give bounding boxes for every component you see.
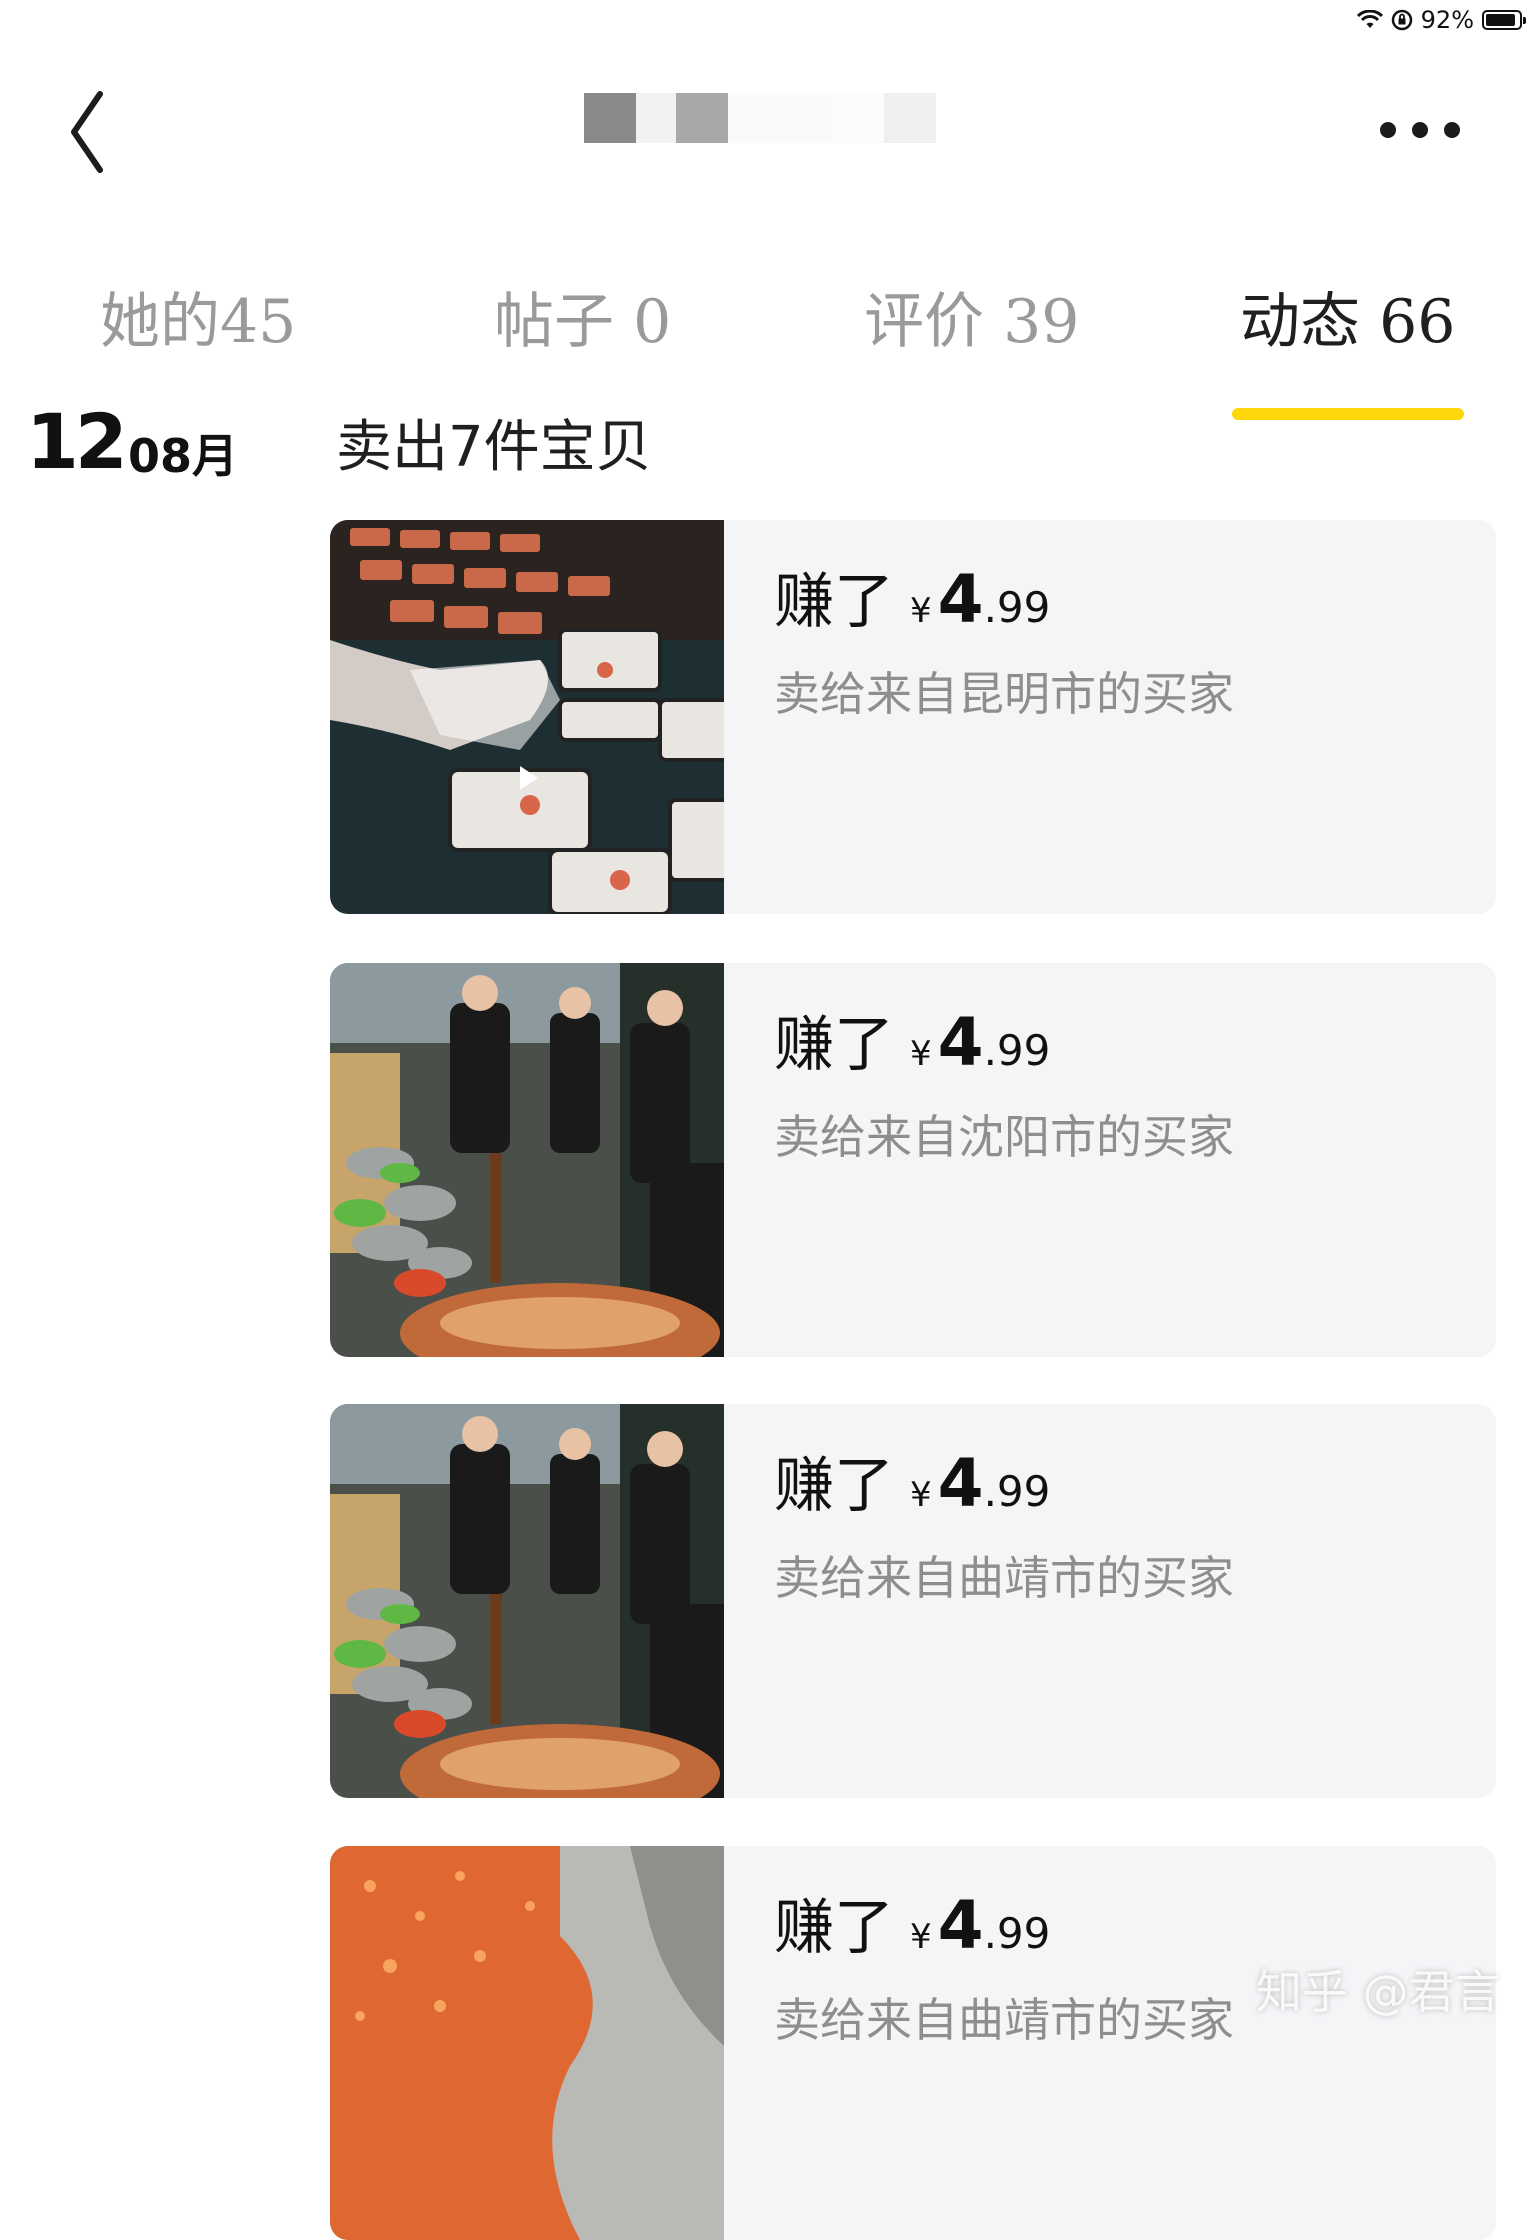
battery-icon [1482,10,1526,30]
sale-card[interactable]: 赚了 ¥4.99 卖给来自曲靖市的买家 [330,1846,1496,2240]
currency-symbol: ¥ [910,1917,932,1957]
date-month: 08月 [128,429,239,483]
active-tab-indicator [1232,408,1464,420]
more-dots-icon [1380,122,1396,138]
tab-activity[interactable]: 动态 66 [1240,278,1455,366]
amount-integer: 4 [937,561,984,638]
watermark: 知乎 @君言 [1256,1965,1501,2019]
earned-label: 赚了 [774,567,894,637]
product-thumbnail [330,963,724,1357]
buyer-location: 卖给来自昆明市的买家 [774,667,1234,721]
tab-bar: 她的45 帖子 0 评价 39 动态 66 [0,278,1536,428]
product-thumbnail [330,1846,724,2240]
battery-fill [1486,14,1516,26]
more-dots-icon [1412,122,1428,138]
tab-reviews[interactable]: 评价 39 [864,278,1079,366]
status-bar: 92% [0,0,1536,40]
battery-percentage: 92% [1420,6,1474,34]
sale-card[interactable]: 赚了 ¥4.99 卖给来自沈阳市的买家 [330,963,1496,1357]
amount-decimal: .99 [983,583,1051,632]
buyer-location: 卖给来自曲靖市的买家 [774,1993,1234,2047]
sale-card[interactable]: 赚了 ¥4.99 卖给来自昆明市的买家 [330,520,1496,914]
product-thumbnail [330,1404,724,1798]
buyer-location: 卖给来自曲靖市的买家 [774,1551,1234,1605]
amount-integer: 4 [937,1004,984,1081]
section-title: 卖出7件宝贝 [336,415,652,480]
buyer-location: 卖给来自沈阳市的买家 [774,1110,1234,1164]
sale-card[interactable]: 赚了 ¥4.99 卖给来自曲靖市的买家 [330,1404,1496,1798]
amount-decimal: .99 [983,1909,1051,1958]
back-button[interactable] [68,82,138,182]
amount-decimal: .99 [983,1467,1051,1516]
page-title-redacted [584,93,944,143]
currency-symbol: ¥ [910,591,932,631]
currency-symbol: ¥ [910,1475,932,1515]
amount-decimal: .99 [983,1026,1051,1075]
earnings: 赚了 ¥4.99 [774,550,1050,667]
rotation-lock-icon [1391,9,1412,31]
earnings: 赚了 ¥4.99 [774,1876,1050,1993]
earnings: 赚了 ¥4.99 [774,993,1050,1110]
earnings: 赚了 ¥4.99 [774,1434,1050,1551]
earned-label: 赚了 [774,1451,894,1521]
amount-integer: 4 [937,1445,984,1522]
amount-integer: 4 [937,1887,984,1964]
more-dots-icon [1444,122,1460,138]
tab-her-items[interactable]: 她的45 [100,278,296,366]
currency-symbol: ¥ [910,1034,932,1074]
earned-label: 赚了 [774,1010,894,1080]
more-options-button[interactable] [1380,110,1480,150]
wifi-icon [1356,10,1383,28]
product-thumbnail [330,520,724,914]
back-chevron-icon [71,91,103,173]
earned-label: 赚了 [774,1893,894,1963]
date-day: 12 [26,397,128,486]
tab-posts[interactable]: 帖子 0 [494,278,671,366]
status-icons: 92% [1356,6,1526,34]
